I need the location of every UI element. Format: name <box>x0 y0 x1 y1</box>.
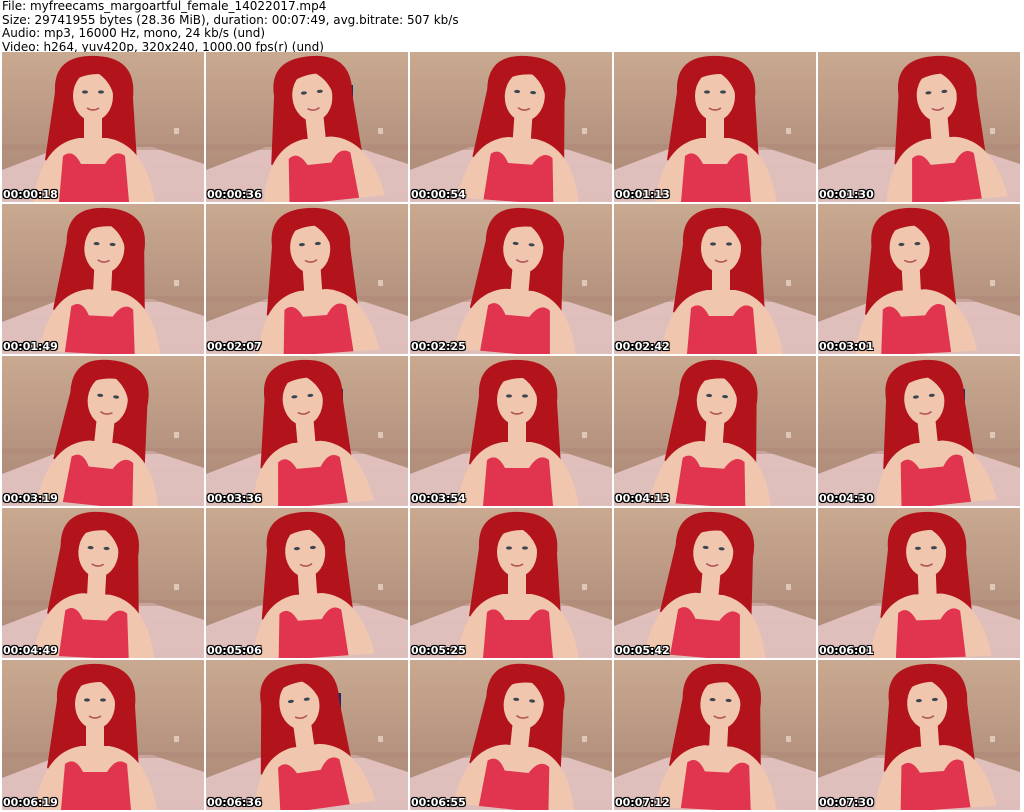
thumbnail-frame: 00:00:36 <box>206 52 408 202</box>
thumbnail-timestamp: 00:03:01 <box>819 340 874 353</box>
thumbnail-frame: 00:03:01 <box>818 204 1020 354</box>
webcam-still-image <box>818 207 1020 354</box>
thumbnail-frame: 00:02:42 <box>614 204 816 354</box>
thumbnail-frame: 00:04:13 <box>614 356 816 506</box>
thumbnail-timestamp: 00:06:36 <box>207 796 262 809</box>
thumbnail-grid: 00:00:18 00:00:36 00:00:54 00:01:13 00:01:30… <box>2 52 1024 812</box>
webcam-still-image <box>410 207 612 354</box>
webcam-still-image <box>2 55 204 202</box>
thumbnail-timestamp: 00:02:25 <box>411 340 466 353</box>
webcam-still-image <box>2 207 204 354</box>
webcam-still-image <box>818 55 1020 202</box>
webcam-still-image <box>614 663 816 810</box>
webcam-still-image <box>818 511 1020 658</box>
webcam-still-image <box>818 663 1020 810</box>
thumbnail-timestamp: 00:01:13 <box>615 188 670 201</box>
webcam-still-image <box>410 55 612 202</box>
webcam-still-image <box>206 359 408 506</box>
thumbnail-timestamp: 00:05:42 <box>615 644 670 657</box>
thumbnail-frame: 00:01:49 <box>2 204 204 354</box>
webcam-still-image <box>2 511 204 658</box>
thumbnail-frame: 00:07:30 <box>818 660 1020 810</box>
thumbnail-frame: 00:05:25 <box>410 508 612 658</box>
thumbnail-frame: 00:03:36 <box>206 356 408 506</box>
webcam-still-image <box>410 511 612 658</box>
webcam-still-image <box>818 359 1020 506</box>
thumbnail-timestamp: 00:00:36 <box>207 188 262 201</box>
thumbnail-timestamp: 00:00:18 <box>3 188 58 201</box>
webcam-still-image <box>410 663 612 810</box>
thumbnail-timestamp: 00:03:19 <box>3 492 58 505</box>
thumbnail-frame: 00:07:12 <box>614 660 816 810</box>
thumbnail-frame: 00:01:30 <box>818 52 1020 202</box>
thumbnail-frame: 00:02:25 <box>410 204 612 354</box>
thumbnail-frame: 00:06:19 <box>2 660 204 810</box>
file-name-line: File: myfreecams_margoartful_female_1402… <box>2 0 327 13</box>
thumbnail-frame: 00:06:55 <box>410 660 612 810</box>
thumbnail-timestamp: 00:06:19 <box>3 796 58 809</box>
thumbnail-timestamp: 00:01:49 <box>3 340 58 353</box>
thumbnail-timestamp: 00:04:13 <box>615 492 670 505</box>
webcam-still-image <box>2 359 204 506</box>
thumbnail-timestamp: 00:07:12 <box>615 796 670 809</box>
thumbnail-frame: 00:02:07 <box>206 204 408 354</box>
thumbnail-frame: 00:06:01 <box>818 508 1020 658</box>
thumbnail-timestamp: 00:03:54 <box>411 492 466 505</box>
thumbnail-frame: 00:05:42 <box>614 508 816 658</box>
webcam-still-image <box>614 359 816 506</box>
thumbnail-frame: 00:04:30 <box>818 356 1020 506</box>
webcam-still-image <box>614 55 816 202</box>
thumbnail-frame: 00:01:13 <box>614 52 816 202</box>
file-info-header: File: myfreecams_margoartful_female_1402… <box>2 0 1022 53</box>
thumbnail-frame: 00:00:18 <box>2 52 204 202</box>
webcam-still-image <box>410 359 612 506</box>
webcam-still-image <box>2 663 204 810</box>
thumbnail-frame: 00:00:54 <box>410 52 612 202</box>
thumbnail-timestamp: 00:07:30 <box>819 796 874 809</box>
thumbnail-frame: 00:03:54 <box>410 356 612 506</box>
thumbnail-frame: 00:03:19 <box>2 356 204 506</box>
audio-info-line: Audio: mp3, 16000 Hz, mono, 24 kb/s (und… <box>2 27 266 40</box>
thumbnail-timestamp: 00:02:42 <box>615 340 670 353</box>
webcam-still-image <box>614 207 816 354</box>
thumbnail-timestamp: 00:04:30 <box>819 492 874 505</box>
webcam-still-image <box>206 511 408 658</box>
thumbnail-frame: 00:06:36 <box>206 660 408 810</box>
thumbnail-timestamp: 00:00:54 <box>411 188 466 201</box>
thumbnail-timestamp: 00:06:01 <box>819 644 874 657</box>
webcam-still-image <box>614 511 816 658</box>
thumbnail-timestamp: 00:01:30 <box>819 188 874 201</box>
webcam-still-image <box>206 207 408 354</box>
webcam-still-image <box>206 55 408 202</box>
thumbnail-frame: 00:04:49 <box>2 508 204 658</box>
file-size-line: Size: 29741955 bytes (28.36 MiB), durati… <box>2 13 459 27</box>
thumbnail-timestamp: 00:06:55 <box>411 796 466 809</box>
webcam-still-image <box>206 663 408 810</box>
thumbnail-timestamp: 00:05:25 <box>411 644 466 657</box>
thumbnail-timestamp: 00:02:07 <box>207 340 262 353</box>
thumbnail-timestamp: 00:03:36 <box>207 492 262 505</box>
thumbnail-timestamp: 00:04:49 <box>3 644 58 657</box>
thumbnail-timestamp: 00:05:06 <box>207 644 262 657</box>
thumbnail-frame: 00:05:06 <box>206 508 408 658</box>
